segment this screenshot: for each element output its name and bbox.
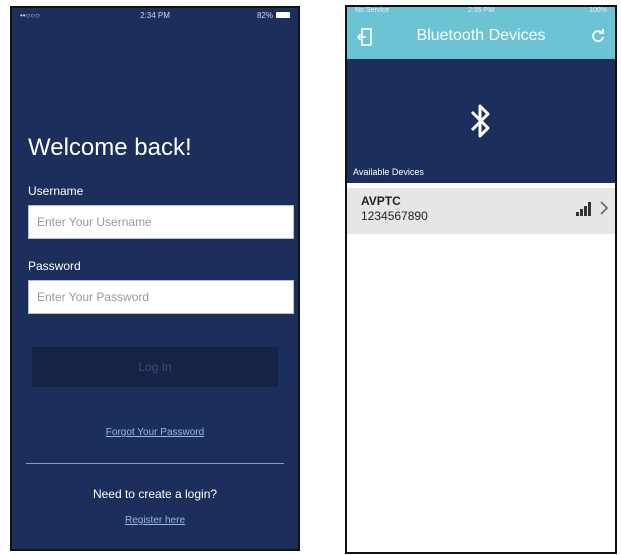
login-button[interactable]: Log In bbox=[32, 347, 278, 387]
register-link[interactable]: Register here bbox=[12, 515, 298, 526]
chevron-right-icon[interactable] bbox=[599, 200, 609, 216]
section-label: Available Devices bbox=[353, 167, 424, 177]
password-input[interactable] bbox=[28, 280, 294, 314]
login-screen: ••○○○ 2:34 PM 82% Welcome back! Username… bbox=[10, 6, 300, 551]
forgot-password-link[interactable]: Forgot Your Password bbox=[12, 427, 298, 438]
nav-title: Bluetooth Devices bbox=[416, 27, 546, 44]
page-title: Welcome back! bbox=[28, 134, 192, 161]
divider bbox=[26, 463, 284, 464]
device-name: AVPTC bbox=[361, 194, 401, 208]
device-list-item[interactable]: AVPTC 1234567890 bbox=[347, 188, 615, 234]
status-time: 2:35 PM bbox=[467, 7, 495, 14]
username-input[interactable] bbox=[28, 205, 294, 239]
password-label: Password bbox=[28, 259, 81, 273]
create-login-prompt: Need to create a login? bbox=[92, 487, 218, 501]
status-bar: ••○○○ 2:34 PM 82% bbox=[12, 8, 298, 22]
bluetooth-icon bbox=[470, 104, 490, 138]
status-time: 2:34 PM bbox=[140, 10, 170, 20]
signal-icon bbox=[576, 202, 591, 216]
nav-bar: No Service 2:35 PM 100% Bluetooth Device… bbox=[347, 7, 615, 59]
refresh-icon[interactable] bbox=[591, 29, 605, 43]
bluetooth-screen: No Service 2:35 PM 100% Bluetooth Device… bbox=[345, 5, 617, 554]
device-id: 1234567890 bbox=[361, 209, 428, 223]
username-label: Username bbox=[28, 184, 84, 198]
bluetooth-header-panel: Available Devices bbox=[347, 59, 615, 183]
status-bar: No Service 2:35 PM 100% bbox=[347, 7, 615, 19]
